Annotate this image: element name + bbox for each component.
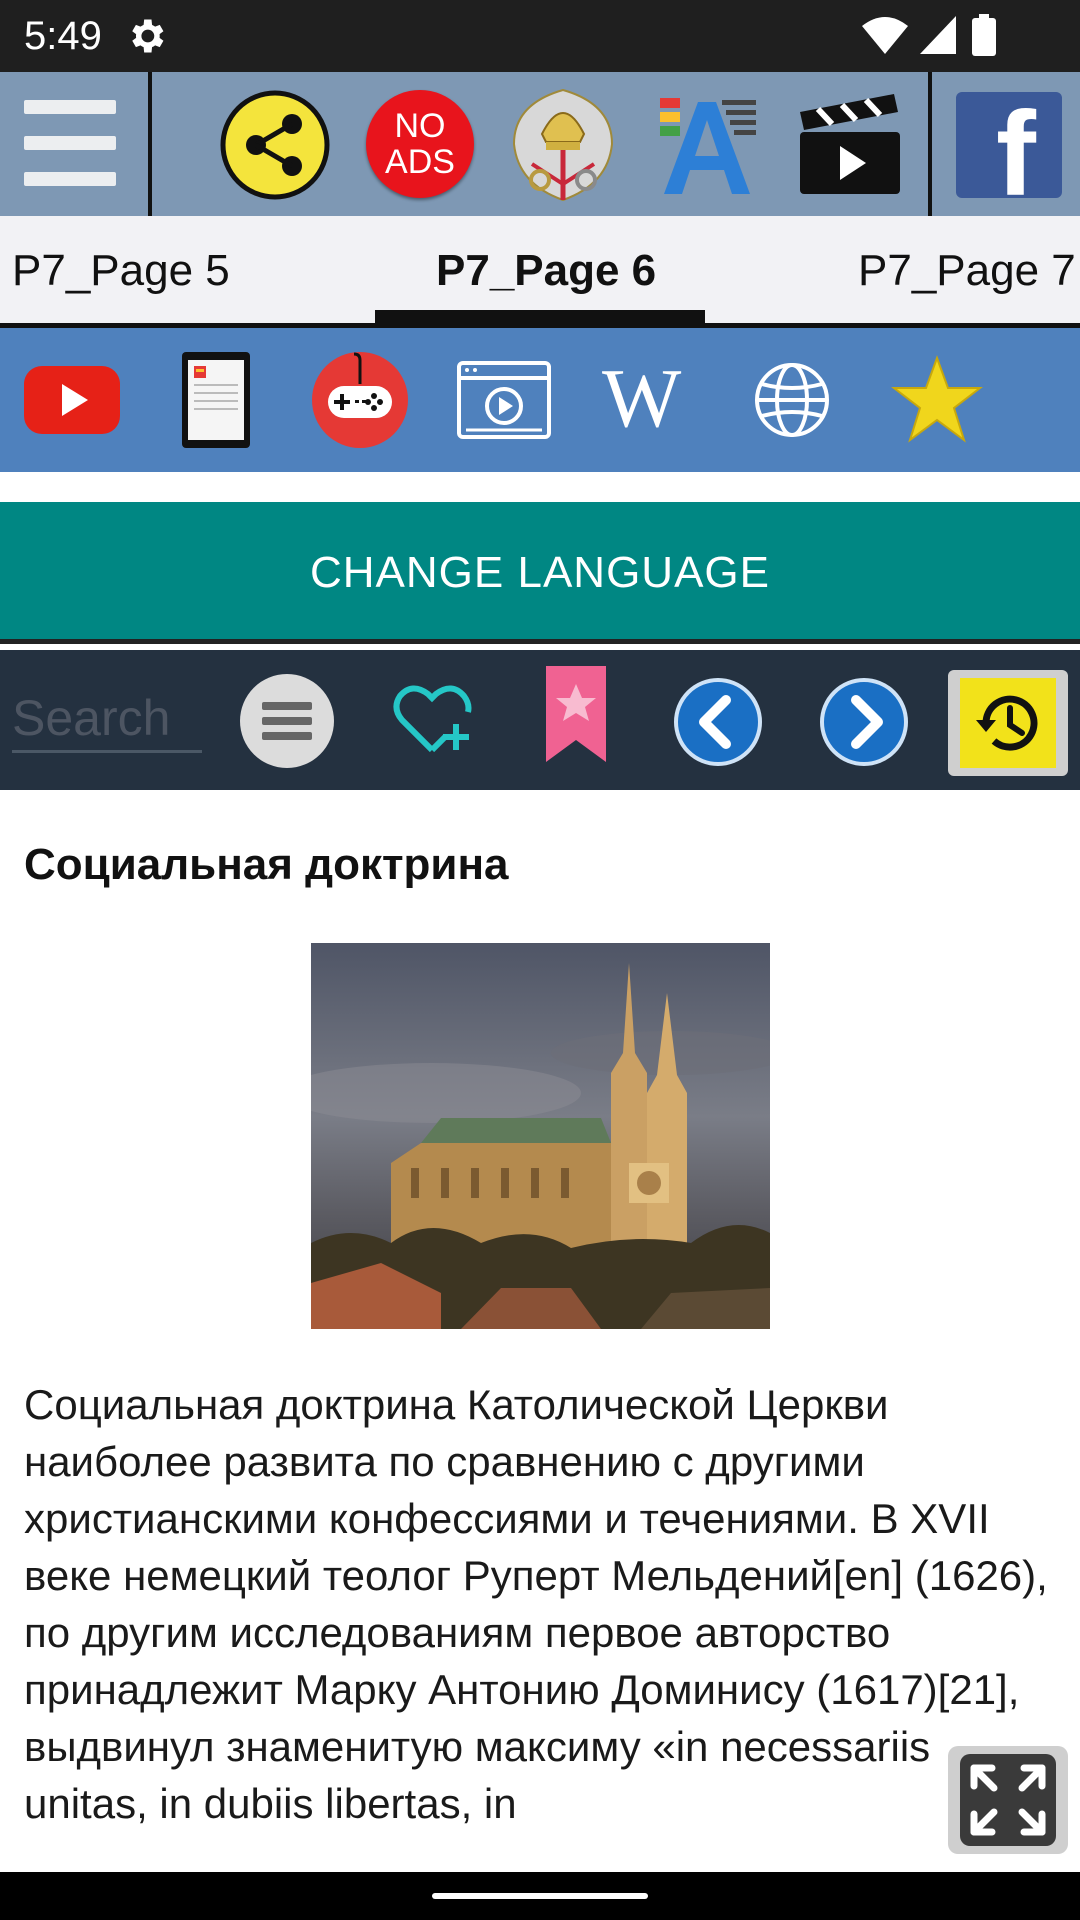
wifi-icon [862,17,908,54]
add-favorite-icon[interactable] [392,680,472,760]
share-icon[interactable] [220,90,330,200]
no-ads-line2: ADS [385,143,455,181]
battery-icon [972,14,996,56]
next-arrow-icon[interactable] [820,678,908,766]
tab-p7-page-7[interactable]: P7_Page 7 [858,246,1076,296]
article-title: Социальная доктрина [24,840,509,889]
active-tab-indicator [375,310,705,323]
previous-arrow-icon[interactable] [674,678,762,766]
status-bar: 5:49 [0,0,1080,72]
article-body: Социальная доктрина Католической Церкви … [24,1381,1048,1827]
tab-p7-page-5[interactable]: P7_Page 5 [12,246,230,296]
cathedral-photo [311,943,770,1329]
tab-p7-page-6[interactable]: P7_Page 6 [436,246,656,296]
globe-icon[interactable] [754,362,830,438]
vatican-emblem-icon[interactable] [502,84,624,206]
video-player-icon[interactable] [456,360,552,440]
search-toolbar [0,650,1080,790]
facebook-icon[interactable]: f [956,92,1062,198]
home-gesture-handle[interactable] [432,1893,648,1899]
cell-signal-icon [920,16,956,54]
games-icon[interactable] [310,350,410,450]
no-ads-line1: NO [394,107,446,145]
wikipedia-icon[interactable]: W [602,354,681,444]
status-time: 5:49 [24,14,102,58]
youtube-icon[interactable] [24,364,120,436]
star-icon[interactable] [890,354,984,444]
settings-gear-icon [132,19,164,53]
font-size-icon[interactable] [656,92,760,198]
search-input[interactable] [12,686,202,753]
fullscreen-button[interactable] [948,1746,1068,1854]
hamburger-menu-icon[interactable] [0,72,148,216]
change-language-button[interactable]: CHANGE LANGUAGE [0,502,1080,644]
fullscreen-icon [960,1754,1056,1846]
video-clapper-icon[interactable] [794,88,906,200]
history-icon [960,678,1056,768]
ebook-reader-icon[interactable] [180,350,252,450]
links-row: W [0,328,1080,472]
history-button[interactable] [948,670,1068,776]
list-menu-icon[interactable] [238,672,336,770]
facebook-letter: f [996,92,1036,198]
top-toolbar: NO ADS f [0,72,1080,216]
bookmark-icon[interactable] [544,666,608,764]
no-ads-icon[interactable]: NO ADS [366,90,474,198]
